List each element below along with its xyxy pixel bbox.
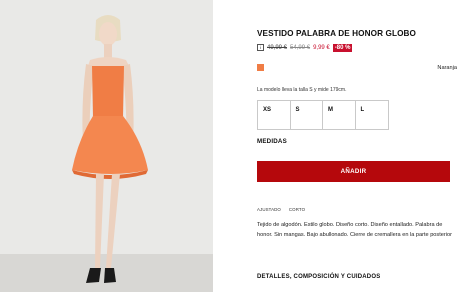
product-title: VESTIDO PALABRA DE HONOR GLOBO: [257, 29, 417, 38]
sale-price: 9,99 €: [313, 44, 330, 51]
size-option-xs[interactable]: XS: [258, 101, 291, 129]
product-description: Tejido de algodón. Estilo globo. Diseño …: [257, 222, 452, 238]
model-figure: [72, 15, 148, 283]
details-composition-care-link[interactable]: DETALLES, COMPOSICIÓN Y CUIDADOS: [257, 274, 380, 280]
fit-tags: AJUSTADO CORTO: [257, 207, 305, 212]
fit-tag-short: CORTO: [288, 207, 306, 212]
fit-tag-fitted: AJUSTADO: [257, 207, 281, 212]
original-price: 49,99 €: [267, 44, 288, 51]
size-option-s[interactable]: S: [291, 101, 323, 129]
product-image[interactable]: [0, 0, 213, 292]
measures-link[interactable]: MEDIDAS: [257, 138, 287, 145]
product-info-panel: VESTIDO PALABRA DE HONOR GLOBO i 49,99 €…: [257, 0, 457, 292]
previous-price: 54,99 €: [290, 44, 311, 51]
price-row: i 49,99 € 54,99 € 9,99 € -80 %: [257, 42, 353, 53]
color-swatch-orange[interactable]: [257, 64, 264, 71]
discount-badge: -80 %: [332, 43, 353, 52]
info-icon[interactable]: i: [257, 44, 264, 51]
size-selector: XS S M L: [257, 100, 389, 130]
model-size-note: La modelo lleva la talla S y mide 179cm.: [257, 87, 347, 93]
add-to-cart-button[interactable]: AÑADIR: [257, 161, 450, 182]
size-option-m[interactable]: M: [323, 101, 356, 129]
size-option-l[interactable]: L: [356, 101, 389, 129]
color-name: Naranja: [437, 65, 457, 71]
